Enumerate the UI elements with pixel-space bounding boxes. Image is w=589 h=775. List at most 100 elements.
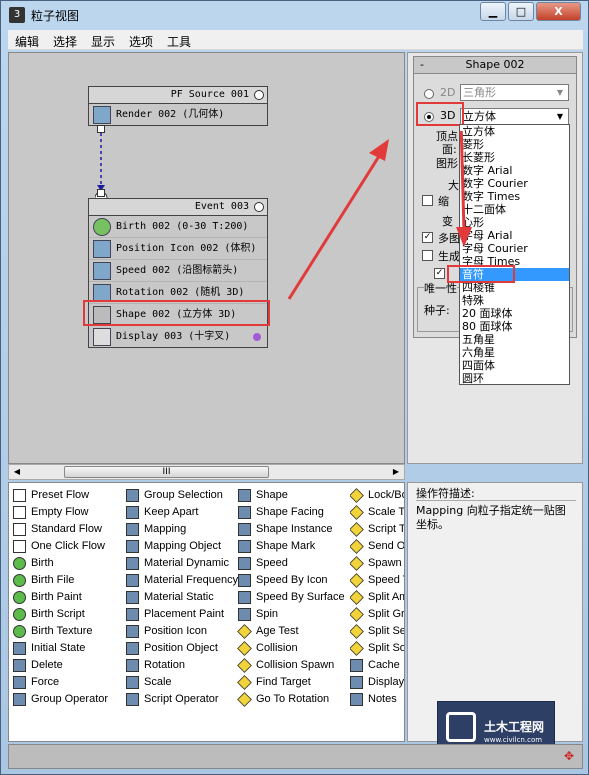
dropdown-option[interactable]: 四面体: [460, 359, 569, 372]
depot-item[interactable]: Split Am: [350, 589, 404, 606]
operator-icon: [238, 608, 251, 621]
scroll-thumb[interactable]: III: [64, 466, 269, 478]
position-icon: [93, 240, 111, 258]
radio-2d[interactable]: [424, 89, 434, 99]
horizontal-scrollbar[interactable]: ◀ III ▶: [8, 464, 405, 480]
rollout-header[interactable]: - Shape 002: [414, 57, 576, 74]
depot-item[interactable]: Position Object: [126, 640, 238, 657]
operator-icon: [13, 676, 26, 689]
depot-item[interactable]: Spin: [238, 606, 345, 623]
menu-tools[interactable]: 工具: [167, 33, 191, 50]
test-icon: [350, 539, 364, 554]
operator-birth[interactable]: Birth 002 (0-30 T:200): [89, 216, 267, 238]
depot-item[interactable]: Keep Apart: [126, 504, 238, 521]
depot-item[interactable]: Birth Paint: [13, 589, 108, 606]
depot-item[interactable]: Display: [350, 674, 404, 691]
test-icon: [350, 641, 364, 656]
depot-item[interactable]: Go To Rotation: [237, 691, 345, 708]
combo-3d[interactable]: 立方体 ▼: [460, 108, 569, 125]
depot-item[interactable]: Rotation: [126, 657, 238, 674]
depot-item[interactable]: Material Static: [126, 589, 238, 606]
menu-options[interactable]: 选项: [129, 33, 153, 50]
depot-item[interactable]: Split Sou: [350, 640, 404, 657]
depot-item[interactable]: Send Ou: [350, 538, 404, 555]
light-bulb-icon[interactable]: [254, 202, 264, 212]
test-icon: [237, 692, 252, 707]
depot-item[interactable]: Shape Mark: [238, 538, 345, 555]
input-socket[interactable]: [97, 189, 105, 197]
operator-icon: [238, 574, 251, 587]
test-icon: [350, 607, 364, 622]
minimize-button[interactable]: ▁: [480, 2, 506, 21]
color-swatch[interactable]: [253, 333, 261, 341]
depot-item[interactable]: Shape: [238, 487, 345, 504]
depot-item[interactable]: Speed: [238, 555, 345, 572]
depot-item[interactable]: Material Dynamic: [126, 555, 238, 572]
depot-item[interactable]: Script T: [350, 521, 404, 538]
menu-select[interactable]: 选择: [53, 33, 77, 50]
depot-item[interactable]: Mapping: [126, 521, 238, 538]
depot-item[interactable]: Spawn: [350, 555, 404, 572]
dropdown-option[interactable]: 80 面球体: [460, 320, 569, 333]
depot-item[interactable]: Standard Flow: [13, 521, 108, 538]
depot-item[interactable]: Initial State: [13, 640, 108, 657]
depot-item[interactable]: Age Test: [237, 623, 345, 640]
dropdown-option[interactable]: 圆环: [460, 372, 569, 385]
depot-item[interactable]: Scale Te: [350, 504, 404, 521]
pan-tool-icon[interactable]: ✥: [564, 749, 574, 763]
depot-item[interactable]: Notes: [350, 691, 404, 708]
menu-edit[interactable]: 编辑: [15, 33, 39, 50]
depot-item[interactable]: Collision Spawn: [237, 657, 345, 674]
depot-item[interactable]: Birth Script: [13, 606, 108, 623]
combo-2d[interactable]: 三角形 ▼: [460, 84, 569, 101]
operator-position-icon[interactable]: Position Icon 002 (体积): [89, 238, 267, 260]
depot-item[interactable]: Collision: [237, 640, 345, 657]
depot-item[interactable]: Group Operator: [13, 691, 108, 708]
depot-item[interactable]: Birth Texture: [13, 623, 108, 640]
depot-item[interactable]: One Click Flow: [13, 538, 108, 555]
depot-item[interactable]: Position Icon: [126, 623, 238, 640]
depot-item[interactable]: Birth: [13, 555, 108, 572]
depot-item[interactable]: Material Frequency: [126, 572, 238, 589]
depot-item[interactable]: Empty Flow: [13, 504, 108, 521]
light-bulb-icon[interactable]: [254, 90, 264, 100]
birth-icon: [13, 591, 26, 604]
scroll-right-arrow[interactable]: ▶: [389, 466, 403, 478]
test-icon: [350, 488, 364, 503]
depot-item[interactable]: Split Gro: [350, 606, 404, 623]
operator-icon: [350, 659, 363, 672]
depot-item[interactable]: Shape Instance: [238, 521, 345, 538]
output-socket[interactable]: [97, 125, 105, 133]
depot-item[interactable]: Group Selection: [126, 487, 238, 504]
depot-item[interactable]: Preset Flow: [13, 487, 108, 504]
test-icon: [237, 675, 252, 690]
maximize-button[interactable]: □: [508, 2, 534, 21]
depot-item[interactable]: Mapping Object: [126, 538, 238, 555]
depot-item[interactable]: Find Target: [237, 674, 345, 691]
depot-item[interactable]: Script Operator: [126, 691, 238, 708]
menu-display[interactable]: 显示: [91, 33, 115, 50]
operator-render[interactable]: Render 002 (几何体): [89, 104, 267, 126]
depot-item[interactable]: Force: [13, 674, 108, 691]
depot-item[interactable]: Split Sel: [350, 623, 404, 640]
depot-item[interactable]: Shape Facing: [238, 504, 345, 521]
depot-item[interactable]: Lock/Bo: [350, 487, 404, 504]
depot-item[interactable]: Cache: [350, 657, 404, 674]
depot-item[interactable]: Speed T: [350, 572, 404, 589]
dropdown-option[interactable]: 五角星: [460, 333, 569, 346]
operator-display[interactable]: Display 003 (十字叉): [89, 326, 267, 348]
depot-item[interactable]: Speed By Surface: [238, 589, 345, 606]
pf-source-node[interactable]: PF Source 001 Render 002 (几何体): [88, 86, 268, 126]
operator-icon: [126, 676, 139, 689]
close-button[interactable]: X: [536, 2, 581, 21]
operator-speed[interactable]: Speed 002 (沿图标箭头): [89, 260, 267, 282]
flow-icon: [13, 540, 26, 553]
depot-item[interactable]: Speed By Icon: [238, 572, 345, 589]
birth-icon: [13, 625, 26, 638]
depot-item[interactable]: Birth File: [13, 572, 108, 589]
dropdown-option[interactable]: 六角星: [460, 346, 569, 359]
scroll-left-arrow[interactable]: ◀: [10, 466, 24, 478]
depot-item[interactable]: Delete: [13, 657, 108, 674]
depot-item[interactable]: Scale: [126, 674, 238, 691]
depot-item[interactable]: Placement Paint: [126, 606, 238, 623]
